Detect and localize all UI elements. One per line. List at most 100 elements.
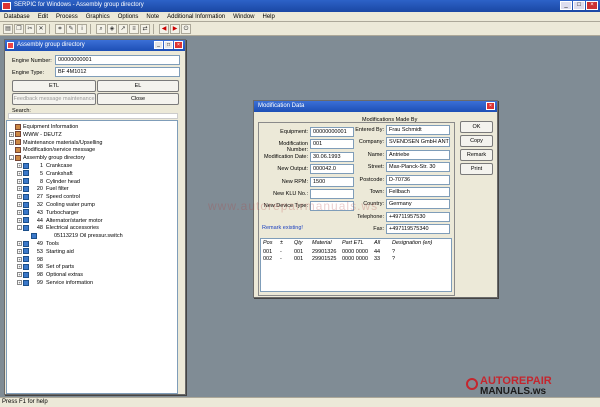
left-field-input[interactable]: 1500 (310, 176, 354, 187)
tree-item[interactable]: +98 (17, 256, 46, 264)
menu-window[interactable]: Window (229, 12, 258, 21)
menu-edit[interactable]: Edit (34, 12, 52, 21)
minimize-button[interactable]: _ (154, 41, 163, 49)
expander-icon[interactable]: + (17, 178, 22, 184)
swap-icon[interactable]: ⇄ (140, 23, 150, 34)
maximize-button[interactable]: □ (573, 1, 585, 10)
tree-item[interactable]: + WWW - DEUTZ (9, 131, 62, 139)
right-field-input[interactable]: Germany (386, 199, 450, 210)
engine-number-field[interactable]: 00000000001 (55, 55, 180, 65)
tree-item[interactable]: - 48 Electrical accessories (17, 224, 99, 232)
expander-icon[interactable]: + (17, 202, 22, 208)
tree-item[interactable]: +44 Alternator/starter motor (17, 217, 103, 225)
tree-item[interactable]: +49 Tools (17, 240, 59, 248)
tree-item[interactable]: +43 Turbocharger (17, 209, 79, 217)
expander-icon[interactable]: + (17, 170, 22, 176)
left-field-input[interactable]: 30.06.1993 (310, 151, 354, 162)
cut-icon[interactable]: ⌗ (55, 23, 65, 34)
copy-icon[interactable]: ❐ (14, 23, 24, 34)
right-icon[interactable]: ▶ (170, 23, 180, 34)
tree-item[interactable]: Equipment Information (9, 123, 78, 131)
right-field-input[interactable]: +49711957530 (386, 211, 450, 222)
tree-item[interactable]: +98 Optional extras (17, 271, 83, 279)
close-button[interactable]: × (586, 1, 598, 10)
feedback-button[interactable]: Feedback message maintenance (12, 93, 96, 105)
tree-item[interactable]: +8 Cylinder head (17, 178, 80, 186)
expander-icon[interactable]: + (17, 209, 22, 215)
tree-item[interactable]: +1 Crankcase (17, 162, 72, 170)
expander-icon[interactable]: - (17, 225, 22, 231)
tree-item[interactable]: +53 Starting aid (17, 248, 74, 256)
tree-item[interactable]: +27 Speed control (17, 193, 80, 201)
right-field-input[interactable]: Frau Schmidt (386, 125, 450, 135)
copy-button[interactable]: Copy (460, 135, 493, 147)
menu-additional-information[interactable]: Additional Information (163, 12, 229, 21)
table-cell: 001 (294, 249, 304, 255)
expander-icon[interactable]: + (17, 186, 22, 192)
expander-icon[interactable]: + (17, 272, 22, 278)
expander-icon[interactable]: + (9, 139, 14, 145)
el-button[interactable]: EL (97, 80, 179, 92)
tag-icon[interactable]: ◈ (107, 23, 117, 34)
menu-database[interactable]: Database (0, 12, 34, 21)
right-field-input[interactable]: +497119575340 (386, 224, 450, 235)
expander-icon[interactable]: + (9, 131, 14, 137)
search-icon[interactable]: ⌕ (96, 23, 106, 34)
print-icon[interactable]: ▤ (3, 23, 13, 34)
expander-icon[interactable]: + (17, 248, 22, 254)
close-dialog-button[interactable]: Close (97, 93, 179, 105)
expander-icon[interactable]: + (17, 163, 22, 169)
expander-icon[interactable]: + (17, 264, 22, 270)
right-field-input[interactable]: SVENDSEN GmbH ANTRIE (386, 137, 450, 148)
menu-process[interactable]: Process (52, 12, 82, 21)
arrow-icon[interactable]: ↗ (118, 23, 128, 34)
close-button[interactable]: × (174, 41, 183, 49)
tree-item[interactable]: + Maintenance materials/Upselling (9, 139, 102, 147)
right-field-input[interactable]: Antriebe (386, 149, 450, 160)
tree-item[interactable]: +20 Fuel filter (17, 185, 69, 193)
expander-icon[interactable]: + (17, 280, 22, 286)
remark-button[interactable]: Remark (460, 149, 493, 161)
left-icon[interactable]: ◀ (159, 23, 169, 34)
maximize-button[interactable]: □ (164, 41, 173, 49)
engine-type-field[interactable]: BF 4M1012 (55, 67, 180, 77)
close-button[interactable]: × (486, 102, 495, 110)
right-field-input[interactable]: D-70736 (386, 174, 450, 185)
etl-button[interactable]: ETL (12, 80, 96, 92)
expander-icon[interactable]: + (17, 256, 22, 262)
list-icon[interactable]: ≡ (129, 23, 139, 34)
exit-icon[interactable]: ⏻ (181, 23, 191, 34)
tree-item[interactable]: 05113219 Oil pressur.switch (25, 232, 123, 240)
right-field-input[interactable]: Max-Planck-Str. 30 (386, 162, 450, 173)
tree-item[interactable]: +5 Crankshaft (17, 170, 73, 178)
tree-item[interactable]: +32 Cooling water pump (17, 201, 95, 209)
expander-icon[interactable]: - (9, 155, 14, 161)
scissors-icon[interactable]: ✂ (25, 23, 35, 34)
expander-icon[interactable]: + (17, 217, 22, 223)
search-input[interactable] (8, 113, 178, 119)
menu-help[interactable]: Help (259, 12, 279, 21)
info-icon[interactable]: i (77, 23, 87, 34)
minimize-button[interactable]: _ (560, 1, 572, 10)
tree-item[interactable]: +99 Service information (17, 279, 93, 287)
expander-icon[interactable]: + (17, 241, 22, 247)
assembly-tree[interactable]: Equipment Information + WWW - DEUTZ + Mainte… (6, 120, 178, 394)
left-field-input[interactable]: 001 (310, 139, 354, 150)
left-field-input[interactable]: 000042.0 (310, 164, 354, 175)
print-button[interactable]: Print (460, 163, 493, 175)
menu-graphics[interactable]: Graphics (82, 12, 114, 21)
tree-item-label: Optional extras (46, 272, 83, 279)
left-field-input[interactable]: 00000000001 (310, 127, 354, 137)
menu-note[interactable]: Note (142, 12, 163, 21)
expander-icon[interactable]: + (17, 194, 22, 200)
ok-button[interactable]: OK (460, 121, 493, 133)
left-field-input[interactable] (310, 189, 354, 199)
tree-item[interactable]: Modification/service message (9, 146, 95, 154)
menu-options[interactable]: Options (114, 12, 143, 21)
tree-item[interactable]: +98 Set of parts (17, 263, 74, 271)
right-field-input[interactable]: Fellbach (386, 187, 450, 197)
close-icon[interactable]: ✕ (36, 23, 46, 34)
tree-item[interactable]: - Assembly group directory (9, 154, 85, 162)
note-icon[interactable]: ✎ (66, 23, 76, 34)
parts-table[interactable] (260, 238, 452, 292)
